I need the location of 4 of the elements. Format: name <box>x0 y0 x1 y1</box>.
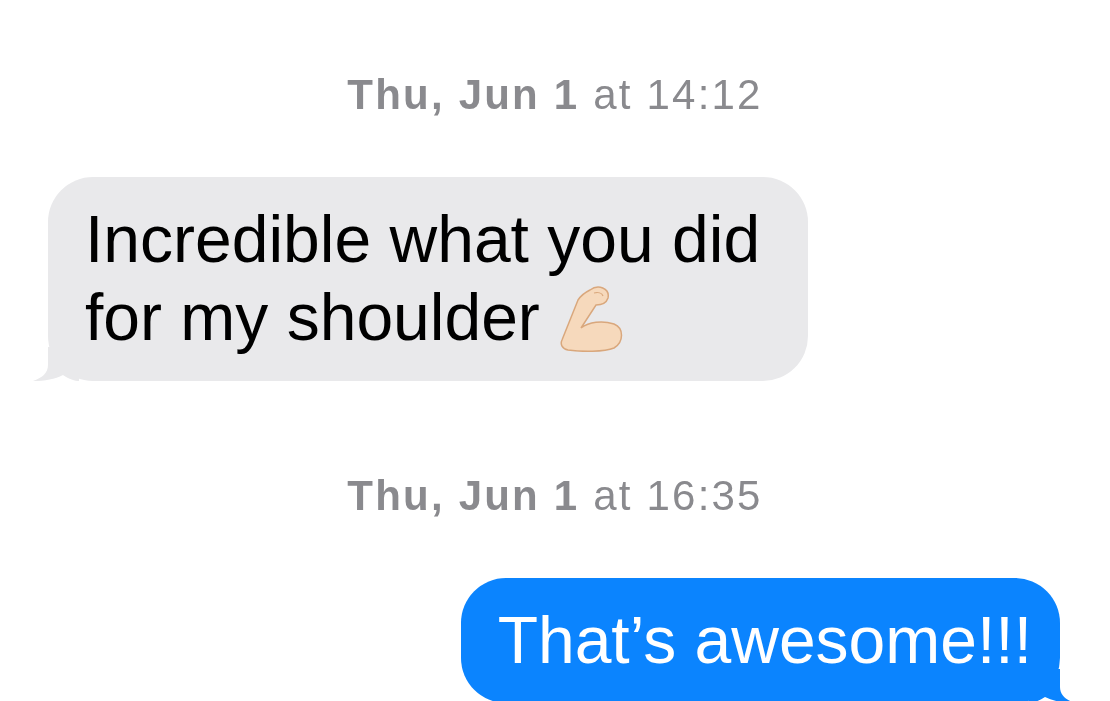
timestamp: Thu, Jun 1 at 16:35 <box>347 471 763 521</box>
message-text: That’s awesome!!! <box>497 603 1032 677</box>
message-text: Incredible what you did for my shoulder <box>85 202 761 354</box>
timestamp: Thu, Jun 1 at 14:12 <box>347 70 763 120</box>
